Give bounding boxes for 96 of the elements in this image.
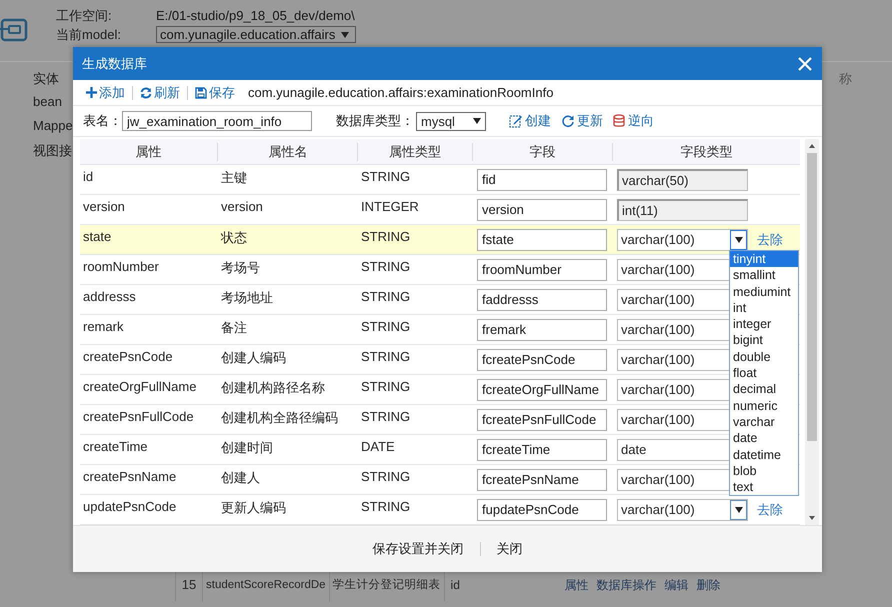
attribute-type-cell: STRING <box>361 499 410 514</box>
attribute-name-cell: 创建机构路径名称 <box>221 379 325 397</box>
table-cell-text: id <box>450 577 461 594</box>
plus-icon <box>86 87 97 98</box>
refresh-button[interactable]: 刷新 <box>137 84 183 102</box>
workspace-path: E:/01-studio/p9_18_05_dev/demo\ <box>156 8 355 23</box>
sidebar-item[interactable]: 视图接 <box>33 142 72 158</box>
remove-link[interactable]: 去除 <box>757 500 783 518</box>
field-input[interactable]: version <box>477 198 607 220</box>
save-button[interactable]: 保存 <box>192 84 238 102</box>
table-name-input[interactable]: jw_examination_room_info <box>122 111 312 131</box>
row-action-link[interactable]: 数据库操作 <box>596 569 657 601</box>
close-button[interactable]: 关闭 <box>492 540 526 558</box>
field-input[interactable]: fcreateTime <box>477 438 607 460</box>
attribute-name-cell: 主键 <box>221 169 247 187</box>
close-icon[interactable] <box>798 56 812 70</box>
sidebar-item[interactable]: Mappe <box>33 118 73 134</box>
attribute-type-cell: STRING <box>361 349 410 364</box>
field-type-select[interactable]: varchar(100) <box>617 228 748 250</box>
column-header: 字段类型 <box>680 142 734 160</box>
field-input[interactable]: fcreatePsnName <box>477 468 607 490</box>
field-type-select[interactable]: int(11) <box>617 198 748 220</box>
attribute-cell: updatePsnCode <box>83 499 176 514</box>
attribute-type-cell: INTEGER <box>361 199 419 214</box>
dropdown-option[interactable]: tinyint <box>730 251 798 268</box>
reverse-button[interactable]: 逆向 <box>610 112 657 130</box>
attribute-name-cell: 考场号 <box>221 259 260 277</box>
sidebar-item[interactable]: bean <box>33 94 62 110</box>
attribute-name-cell: version <box>221 199 263 214</box>
attribute-name-cell: 创建人 <box>221 469 260 487</box>
column-header: 属性类型 <box>358 142 473 160</box>
field-input[interactable]: froomNumber <box>477 258 607 280</box>
column-header: 属性名 <box>218 142 358 160</box>
field-type-select[interactable]: varchar(50) <box>617 168 748 190</box>
refresh-icon <box>140 86 152 98</box>
row-action-link[interactable]: 属性 <box>564 569 589 601</box>
model-label: 当前model: <box>56 26 122 44</box>
field-input[interactable]: fstate <box>477 228 607 250</box>
model-select[interactable]: com.yunagile.education.affairs <box>156 26 356 43</box>
attribute-name-cell: 更新人编码 <box>221 499 286 517</box>
field-input[interactable]: fid <box>477 168 607 190</box>
column-header: 称 <box>839 70 852 88</box>
save-icon <box>195 86 207 98</box>
attribute-type-cell: STRING <box>361 379 410 394</box>
table-name-label: 表名： <box>83 112 122 130</box>
attribute-name-cell: 创建人编码 <box>221 349 286 367</box>
attribute-cell: state <box>83 229 112 244</box>
row-action-link[interactable]: 编辑 <box>664 569 689 601</box>
attribute-name-cell: 状态 <box>221 229 247 247</box>
workspace-label: 工作空间: <box>56 6 113 24</box>
attribute-cell: createPsnFullCode <box>83 409 194 424</box>
attribute-cell: addresss <box>83 289 136 304</box>
database-icon <box>613 114 626 128</box>
attribute-cell: createPsnName <box>83 469 176 484</box>
field-input[interactable]: fcreateOrgFullName <box>477 378 607 400</box>
attribute-type-cell: STRING <box>361 229 410 244</box>
attribute-cell: remark <box>83 319 124 334</box>
attribute-type-cell: STRING <box>361 469 410 484</box>
attribute-type-cell: STRING <box>361 319 410 334</box>
save-and-close-button[interactable]: 保存设置并关闭 <box>368 540 468 558</box>
field-input[interactable]: fupdatePsnCode <box>477 498 607 520</box>
attribute-type-cell: STRING <box>361 259 410 274</box>
update-button[interactable]: 更新 <box>558 112 606 130</box>
column-header: 字段 <box>472 142 614 160</box>
edit-icon <box>509 114 523 128</box>
attribute-type-cell: STRING <box>361 169 410 184</box>
column-header: 属性 <box>80 142 218 160</box>
attribute-type-cell: STRING <box>361 289 410 304</box>
attribute-name-cell: 创建机构全路径编码 <box>221 409 338 427</box>
field-type-select[interactable]: varchar(100) <box>617 498 748 520</box>
attribute-cell: createPsnCode <box>83 349 173 364</box>
attribute-name-cell: 备注 <box>221 319 247 337</box>
db-type-label: 数据库类型： <box>336 112 414 130</box>
field-input[interactable]: fcreatePsnCode <box>477 348 607 370</box>
attribute-name-cell: 考场地址 <box>221 289 273 307</box>
field-input[interactable]: faddresss <box>477 288 607 310</box>
attribute-cell: createOrgFullName <box>83 379 196 394</box>
scrollbar[interactable] <box>805 139 819 525</box>
field-input[interactable]: fcreatePsnFullCode <box>477 408 607 430</box>
remove-link[interactable]: 去除 <box>757 230 783 248</box>
attribute-cell: id <box>83 169 94 184</box>
row-action-link[interactable]: 删除 <box>696 569 721 601</box>
create-button[interactable]: 创建 <box>506 112 554 130</box>
field-input[interactable]: fremark <box>477 318 607 340</box>
attribute-cell: roomNumber <box>83 259 159 274</box>
attribute-type-cell: DATE <box>361 439 395 454</box>
attribute-name-cell: 创建时间 <box>221 439 273 457</box>
attribute-cell: createTime <box>83 439 148 454</box>
model-path: com.yunagile.education.affairs:examinationRoomInfo <box>248 85 554 100</box>
attribute-type-cell: STRING <box>361 409 410 424</box>
refresh-icon <box>561 114 575 128</box>
add-button[interactable]: 添加 <box>83 84 128 102</box>
db-type-select[interactable]: mysql <box>416 112 486 130</box>
dialog-title: 生成数据库 <box>82 54 147 72</box>
sidebar-item[interactable]: 实体 <box>33 70 59 86</box>
attribute-cell: version <box>83 199 125 214</box>
